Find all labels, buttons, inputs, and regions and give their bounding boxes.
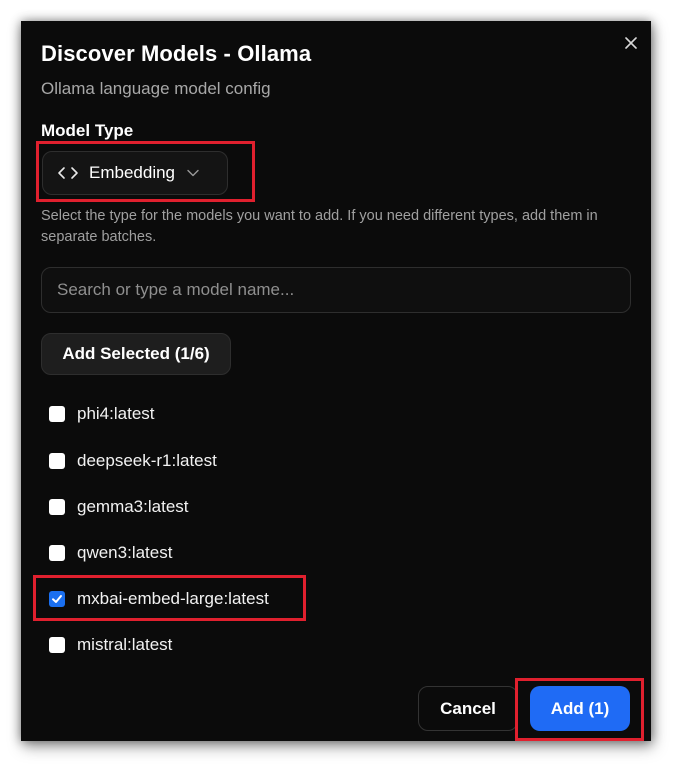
model-checkbox[interactable] bbox=[49, 406, 65, 422]
search-input[interactable] bbox=[41, 267, 631, 313]
model-name: phi4:latest bbox=[77, 404, 155, 423]
check-icon bbox=[52, 595, 62, 603]
dialog-title: Discover Models - Ollama bbox=[41, 41, 312, 66]
model-checkbox[interactable] bbox=[49, 499, 65, 515]
cancel-button[interactable]: Cancel bbox=[418, 686, 518, 731]
model-name: qwen3:latest bbox=[77, 543, 173, 562]
model-list-item[interactable]: qwen3:latest bbox=[49, 538, 172, 568]
dialog-subtitle: Ollama language model config bbox=[41, 79, 271, 98]
model-type-value: Embedding bbox=[89, 163, 176, 182]
chevron-down-icon bbox=[187, 169, 199, 177]
add-selected-button[interactable]: Add Selected (1/6) bbox=[41, 333, 231, 375]
add-button[interactable]: Add (1) bbox=[530, 686, 630, 731]
close-button[interactable] bbox=[619, 31, 643, 55]
model-list-item[interactable]: gemma3:latest bbox=[49, 492, 189, 522]
model-list-item[interactable]: mxbai-embed-large:latest bbox=[49, 584, 269, 614]
model-type-hint: Select the type for the models you want … bbox=[41, 208, 598, 245]
close-icon bbox=[625, 37, 637, 49]
model-checkbox[interactable] bbox=[49, 591, 65, 607]
model-name: mistral:latest bbox=[77, 635, 173, 654]
model-type-label: Model Type bbox=[41, 121, 134, 140]
model-checkbox[interactable] bbox=[49, 453, 65, 469]
model-name: mxbai-embed-large:latest bbox=[77, 589, 269, 608]
model-name: gemma3:latest bbox=[77, 497, 189, 516]
model-list-item[interactable]: phi4:latest bbox=[49, 399, 155, 429]
discover-models-dialog: Discover Models - Ollama Ollama language… bbox=[21, 21, 651, 741]
model-checkbox[interactable] bbox=[49, 545, 65, 561]
code-icon bbox=[58, 167, 78, 179]
model-name: deepseek-r1:latest bbox=[77, 451, 217, 470]
model-list-item[interactable]: deepseek-r1:latest bbox=[49, 446, 217, 476]
model-checkbox[interactable] bbox=[49, 637, 65, 653]
model-list-item[interactable]: mistral:latest bbox=[49, 630, 172, 660]
model-type-select[interactable]: Embedding bbox=[42, 151, 228, 195]
